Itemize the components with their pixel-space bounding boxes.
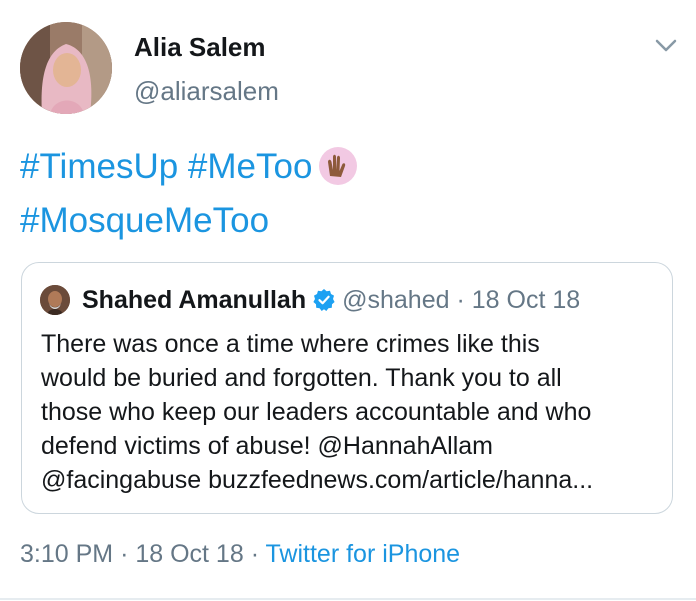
tweet-footer: 3:10 PM · 18 Oct 18 · Twitter for iPhone — [20, 540, 460, 569]
quoted-date: 18 Oct 18 — [471, 286, 581, 314]
tweet-text-line-1: #TimesUp #MeToo — [20, 140, 660, 194]
quoted-body-line: @facingabuse buzzfeednews.com/article/ha… — [41, 466, 594, 494]
quoted-body-line: those who keep our leaders accountable a… — [41, 398, 592, 426]
tweet-source-link[interactable]: Twitter for iPhone — [266, 540, 461, 568]
footer-separator: · — [120, 540, 129, 568]
quoted-body-line: would be buried and forgotten. Thank you… — [41, 364, 562, 392]
quoted-author-name: Shahed Amanullah — [82, 286, 307, 314]
bottom-divider — [0, 598, 696, 600]
quoted-body-line: There was once a time where crimes like … — [41, 330, 540, 358]
author-avatar[interactable] — [20, 22, 112, 114]
quoted-author-avatar — [40, 285, 70, 315]
verified-badge-icon — [312, 287, 336, 311]
quoted-tweet-body: There was once a time where crimes like … — [41, 327, 661, 497]
tweet-date[interactable]: 18 Oct 18 — [135, 540, 243, 568]
quoted-author-handle: @shahed — [342, 286, 450, 314]
hashtags-line-1[interactable]: #TimesUp #MeToo — [20, 147, 312, 186]
avatar-photo — [20, 22, 112, 114]
hashtags-line-2[interactable]: #MosqueMeToo — [20, 194, 660, 248]
chevron-down-icon[interactable] — [652, 36, 680, 56]
author-handle[interactable]: @aliarsalem — [134, 76, 279, 107]
quoted-separator: · — [456, 286, 465, 314]
raising-hands-icon — [318, 146, 358, 186]
quoted-tweet-card[interactable]: Shahed Amanullah @shahed · 18 Oct 18 The… — [21, 262, 673, 514]
tweet-time[interactable]: 3:10 PM — [20, 540, 113, 568]
footer-separator: · — [250, 540, 260, 568]
quoted-body-line: defend victims of abuse! @HannahAllam — [41, 432, 494, 460]
quoted-tweet-header: Shahed Amanullah @shahed · 18 Oct 18 — [82, 283, 580, 317]
author-name[interactable]: Alia Salem — [134, 32, 266, 63]
tweet-text: #TimesUp #MeToo #MosqueMeToo — [20, 140, 660, 248]
